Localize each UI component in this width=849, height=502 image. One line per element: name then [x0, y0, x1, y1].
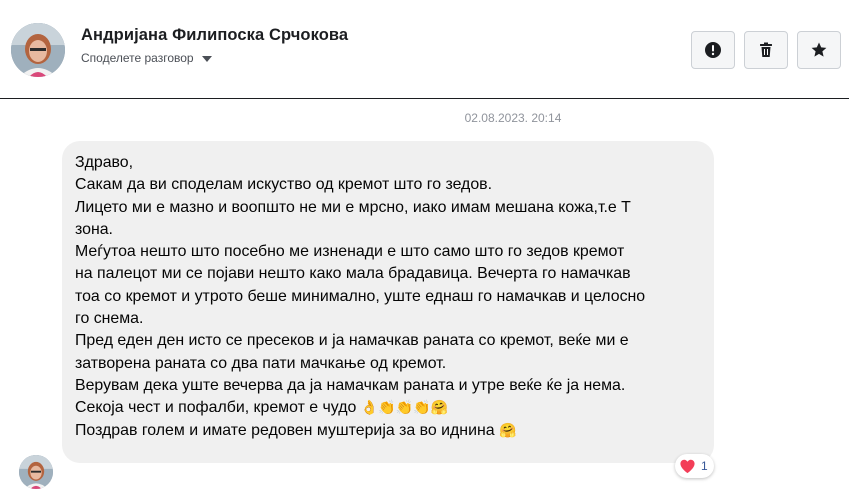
message-timestamp: 02.08.2023. 20:14	[0, 111, 849, 125]
star-icon	[811, 42, 827, 57]
sender-photo	[19, 455, 53, 489]
message-line-text: Поздрав голем и имате редовен муштерија …	[75, 421, 499, 439]
message-line-with-emoji: Секоја чест и пофалби, кремот е чудо 👌👏👏…	[75, 397, 702, 419]
sender-avatar[interactable]	[19, 455, 53, 489]
trash-icon	[760, 42, 772, 57]
delete-conversation-button[interactable]	[744, 31, 788, 69]
timestamp-text: 02.08.2023. 20:14	[464, 111, 562, 125]
chevron-down-icon	[201, 56, 212, 62]
message-line: Сакам да ви споделам искуство од кремот …	[75, 176, 493, 194]
message-bubble[interactable]: Здраво, Сакам да ви споделам искуство од…	[62, 141, 714, 463]
message-line: тоа со кремот и утрото беше минимално, у…	[75, 287, 646, 305]
share-conversation-dropdown[interactable]: Споделете разговор	[81, 51, 212, 65]
message-line-with-emoji: Поздрав голем и имате редовен муштерија …	[75, 420, 702, 442]
contact-avatar[interactable]	[11, 23, 65, 77]
contact-name: Андријана Филипоска Срчокова	[81, 26, 349, 44]
message-line: Верувам дека уште вечерва да ја намачкам…	[75, 376, 626, 394]
message-line: на палецот ми се појави нешто како мала …	[75, 265, 631, 283]
share-conversation-label: Споделете разговор	[81, 51, 194, 65]
emoji-group: 👌👏👏👏🤗	[360, 400, 448, 417]
message-line: Меѓутоа нешто што посебно ме изненади е …	[75, 243, 625, 261]
message-line: го снема.	[75, 310, 144, 328]
emoji-group: 🤗	[498, 422, 517, 439]
message-line-text: Секоја чест и пофалби, кремот е чудо	[75, 399, 361, 417]
exclamation-circle-icon	[705, 42, 721, 58]
message-line: Пред еден ден исто се пресеков и ја нама…	[75, 332, 629, 350]
heart-icon	[680, 459, 695, 473]
message-line: Здраво,	[75, 154, 134, 171]
conversation-header: Андријана Филипоска Срчокова Споделете р…	[0, 0, 849, 99]
contact-photo	[11, 23, 65, 77]
message-line: затворена раната со два пати мачкање од …	[75, 354, 447, 372]
star-conversation-button[interactable]	[797, 31, 841, 69]
mark-spam-button[interactable]	[691, 31, 735, 69]
message-line: Лицето ми е мазно и воопшто не ми е мрсн…	[75, 198, 631, 216]
reaction-count: 1	[701, 459, 708, 473]
message-reaction[interactable]: 1	[675, 454, 714, 478]
message-line: зона.	[75, 220, 113, 238]
